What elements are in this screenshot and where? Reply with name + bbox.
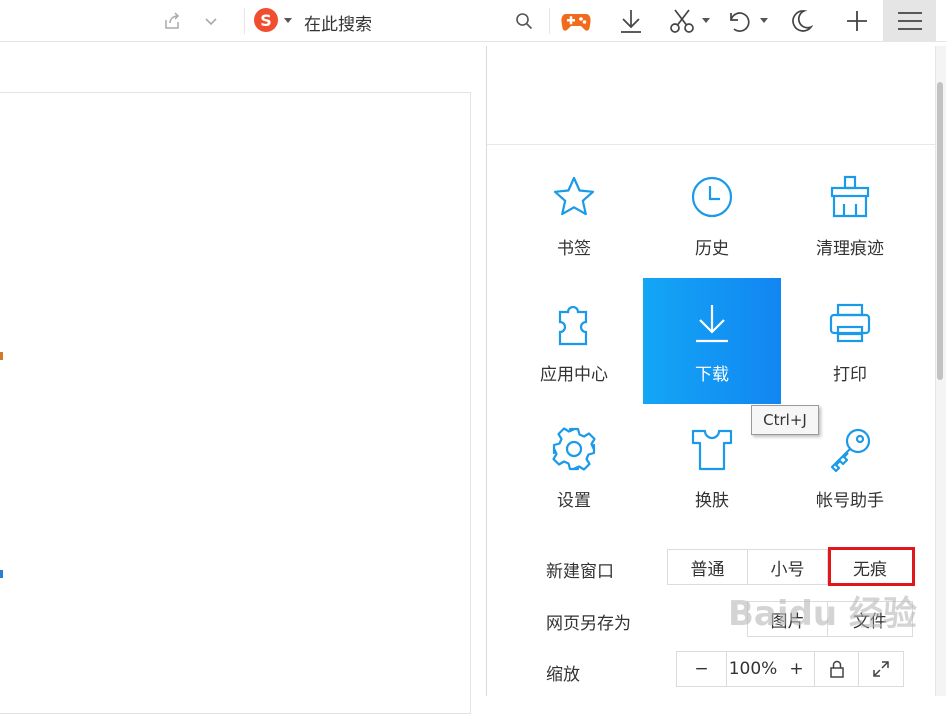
- tile-label: 换肤: [695, 491, 729, 511]
- menu-tile-history[interactable]: 历史: [643, 152, 781, 278]
- broom-icon: [825, 172, 875, 222]
- page-edge-text: [0, 352, 3, 360]
- hamburger-menu-icon: [896, 8, 924, 34]
- search-input[interactable]: 在此搜索: [304, 10, 372, 35]
- zoom-out-button[interactable]: −: [677, 652, 727, 686]
- download-icon: [687, 298, 737, 348]
- menu-tile-clear-traces[interactable]: 清理痕迹: [781, 152, 919, 278]
- chevron-down-icon[interactable]: [200, 10, 222, 32]
- gear-icon: [549, 424, 599, 474]
- scissors-icon[interactable]: [667, 7, 697, 35]
- star-icon: [549, 172, 599, 222]
- expand-icon: [872, 660, 890, 678]
- menu-header-area: [487, 46, 946, 145]
- night-mode-icon[interactable]: [787, 7, 815, 35]
- puzzle-icon: [549, 298, 599, 348]
- zoom-controls: − 100% +: [676, 651, 904, 687]
- sogou-logo[interactable]: S: [254, 8, 278, 32]
- toolbar-divider: [549, 8, 550, 34]
- new-window-label: 新建窗口: [546, 562, 614, 582]
- menu-tile-app-center[interactable]: 应用中心: [505, 278, 643, 404]
- menu-tile-bookmarks[interactable]: 书签: [505, 152, 643, 278]
- menu-tile-print[interactable]: 打印: [781, 278, 919, 404]
- new-window-small-button[interactable]: 小号: [748, 550, 828, 584]
- red-highlight-annotation: [828, 547, 915, 586]
- zoom-in-button[interactable]: +: [779, 652, 815, 686]
- undo-icon[interactable]: [724, 7, 754, 35]
- fullscreen-button[interactable]: [859, 652, 903, 686]
- download-icon[interactable]: [617, 7, 645, 35]
- tshirt-icon: [687, 424, 737, 474]
- share-icon[interactable]: [160, 10, 184, 32]
- save-page-as-label: 网页另存为: [546, 614, 631, 634]
- page-edge-link: [0, 570, 3, 578]
- menu-tile-settings[interactable]: 设置: [505, 404, 643, 530]
- engine-dropdown-icon[interactable]: [282, 13, 294, 29]
- tile-label: 下载: [695, 365, 729, 385]
- plus-icon[interactable]: [843, 7, 871, 35]
- toolbar-divider: [244, 8, 245, 34]
- zoom-lock-button[interactable]: [815, 652, 859, 686]
- menu-tile-skin[interactable]: 换肤: [643, 404, 781, 530]
- new-window-normal-button[interactable]: 普通: [668, 550, 748, 584]
- tile-label: 帐号助手: [816, 491, 884, 511]
- search-icon[interactable]: [512, 10, 536, 32]
- menu-tile-download[interactable]: 下载: [643, 278, 781, 404]
- menu-scrollbar-thumb[interactable]: [937, 82, 943, 380]
- tile-label: 应用中心: [540, 365, 608, 385]
- clock-icon: [687, 172, 737, 222]
- baidu-watermark: Baidu 经验: [728, 594, 917, 634]
- zoom-label: 缩放: [546, 665, 580, 685]
- scissors-dropdown-icon[interactable]: [700, 14, 712, 28]
- tile-label: 书签: [557, 239, 591, 259]
- tile-label: 设置: [557, 491, 591, 511]
- tile-label: 打印: [833, 365, 867, 385]
- hamburger-menu-button[interactable]: [883, 0, 936, 42]
- zoom-level: 100%: [728, 659, 778, 679]
- browser-toolbar: S 在此搜索: [0, 0, 946, 42]
- undo-dropdown-icon[interactable]: [758, 14, 770, 28]
- game-controller-icon[interactable]: [559, 8, 593, 34]
- tile-label: 历史: [695, 239, 729, 259]
- lock-icon: [829, 660, 845, 678]
- printer-icon: [825, 298, 875, 348]
- menu-tile-account-helper[interactable]: 帐号助手: [781, 404, 919, 530]
- key-icon: [825, 424, 875, 474]
- web-page-content: [0, 92, 471, 714]
- tile-label: 清理痕迹: [816, 239, 884, 259]
